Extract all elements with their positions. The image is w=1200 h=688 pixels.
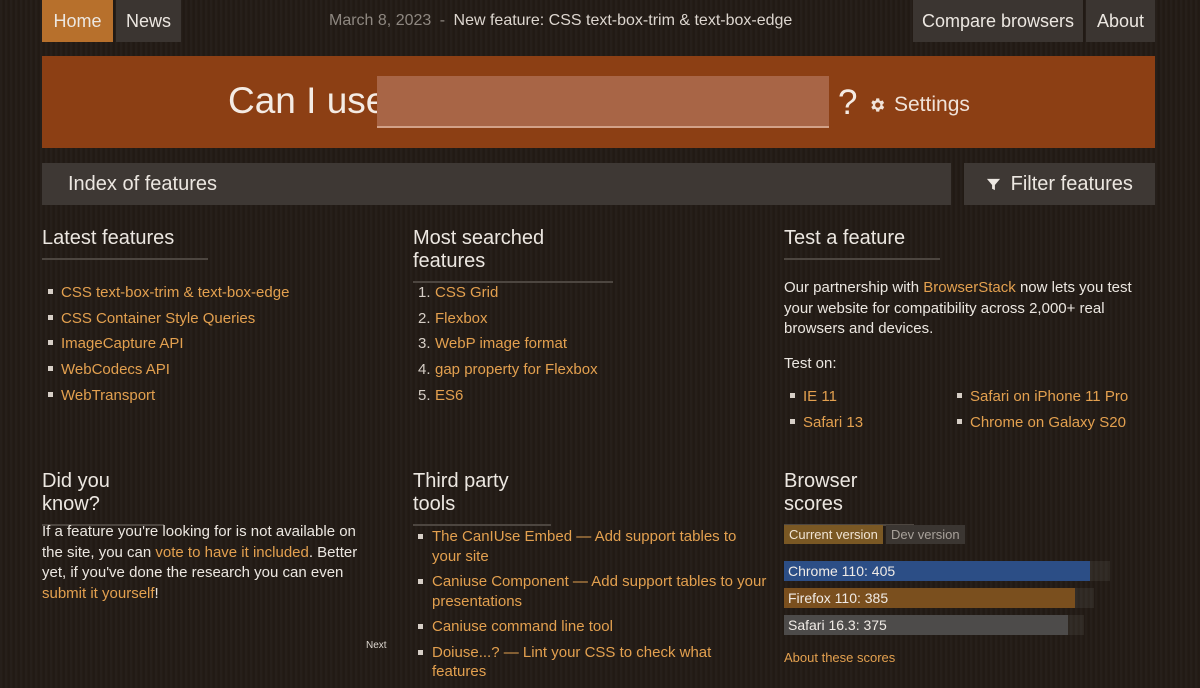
- submit-link[interactable]: submit it yourself: [42, 585, 155, 602]
- latest-feature-link[interactable]: ImageCapture API: [61, 335, 184, 352]
- test-feature-intro: Our partnership with BrowserStack now le…: [784, 278, 1134, 340]
- score-row: Firefox 110: 385: [784, 588, 1110, 608]
- browser-scores-heading: Browser scores: [784, 470, 914, 526]
- list-item[interactable]: 2. Flexbox: [418, 306, 598, 332]
- test-feature-heading: Test a feature: [784, 227, 940, 260]
- list-item[interactable]: 3. WebP image format: [418, 331, 598, 357]
- index-of-features-bar[interactable]: Index of features: [42, 163, 951, 205]
- most-searched-heading: Most searched features: [413, 227, 613, 283]
- index-of-features-label: Index of features: [68, 173, 217, 195]
- list-item[interactable]: ImageCapture API: [48, 331, 289, 357]
- nav-home[interactable]: Home: [42, 0, 113, 42]
- score-label: Chrome 110: 405: [788, 563, 896, 579]
- gear-icon: [871, 98, 885, 112]
- nav-compare-browsers[interactable]: Compare browsers: [913, 0, 1083, 42]
- announcement-link[interactable]: New feature: CSS text-box-trim & text-bo…: [454, 12, 793, 29]
- list-item[interactable]: Safari 13: [790, 410, 863, 436]
- next-tip-button[interactable]: Next: [366, 640, 387, 651]
- vote-link[interactable]: vote to have it included: [155, 544, 308, 561]
- latest-feature-link[interactable]: WebTransport: [61, 387, 155, 404]
- browserstack-link[interactable]: BrowserStack: [923, 279, 1016, 296]
- filter-features-button[interactable]: Filter features: [964, 163, 1155, 205]
- list-item[interactable]: CSS text-box-trim & text-box-edge: [48, 280, 289, 306]
- test-on-list-left: IE 11 Safari 13: [790, 384, 863, 435]
- latest-features-heading: Latest features: [42, 227, 208, 260]
- list-item[interactable]: 4. gap property for Flexbox: [418, 357, 598, 383]
- filter-icon: [987, 178, 1001, 191]
- test-browser-link[interactable]: Safari on iPhone 11 Pro: [970, 388, 1128, 405]
- test-on-list-right: Safari on iPhone 11 Pro Chrome on Galaxy…: [957, 384, 1128, 435]
- third-party-link[interactable]: The CanIUse Embed — Add support tables t…: [432, 528, 736, 565]
- search-band: Can I use ? Settings: [42, 56, 1155, 148]
- score-row: Safari 16.3: 375: [784, 615, 1110, 635]
- latest-feature-link[interactable]: CSS text-box-trim & text-box-edge: [61, 284, 289, 301]
- list-item[interactable]: Caniuse Component — Add support tables t…: [418, 572, 768, 611]
- list-item[interactable]: Caniuse command line tool: [418, 617, 768, 637]
- search-input[interactable]: [377, 76, 829, 128]
- list-item[interactable]: The CanIUse Embed — Add support tables t…: [418, 527, 768, 566]
- list-item[interactable]: WebCodecs API: [48, 357, 289, 383]
- list-number: 1.: [418, 284, 431, 301]
- list-item[interactable]: 1. CSS Grid: [418, 280, 598, 306]
- most-searched-link[interactable]: WebP image format: [435, 335, 567, 352]
- list-item[interactable]: IE 11: [790, 384, 863, 410]
- latest-features-list: CSS text-box-trim & text-box-edge CSS Co…: [48, 280, 289, 408]
- most-searched-list: 1. CSS Grid 2. Flexbox 3. WebP image format…: [418, 280, 598, 408]
- third-party-list: The CanIUse Embed — Add support tables t…: [418, 527, 768, 688]
- did-you-know-heading: Did you know?: [42, 470, 164, 526]
- nav-about[interactable]: About: [1086, 0, 1155, 42]
- dyk-text: !: [154, 584, 159, 602]
- third-party-link[interactable]: Caniuse Component — Add support tables t…: [432, 573, 766, 610]
- test-browser-link[interactable]: Chrome on Galaxy S20: [970, 414, 1126, 431]
- latest-feature-link[interactable]: WebCodecs API: [61, 361, 170, 378]
- announcement-date: March 8, 2023: [329, 12, 432, 29]
- third-party-link[interactable]: Doiuse...? — Lint your CSS to check what…: [432, 644, 711, 681]
- list-number: 2.: [418, 309, 431, 327]
- most-searched-link[interactable]: Flexbox: [435, 310, 488, 327]
- tab-dev-version[interactable]: Dev version: [886, 525, 965, 544]
- third-party-link[interactable]: Caniuse command line tool: [432, 618, 613, 635]
- did-you-know-text: If a feature you're looking for is not a…: [42, 522, 372, 604]
- list-item[interactable]: CSS Container Style Queries: [48, 306, 289, 332]
- score-label: Firefox 110: 385: [788, 590, 889, 606]
- test-browser-link[interactable]: IE 11: [803, 388, 837, 405]
- score-label: Safari 16.3: 375: [788, 617, 887, 633]
- score-row: Chrome 110: 405: [784, 561, 1110, 581]
- list-item[interactable]: WebTransport: [48, 383, 289, 409]
- settings-label: Settings: [894, 93, 970, 116]
- latest-feature-link[interactable]: CSS Container Style Queries: [61, 310, 255, 327]
- list-item[interactable]: Safari on iPhone 11 Pro: [957, 384, 1128, 410]
- announcement: March 8, 2023 - New feature: CSS text-bo…: [329, 0, 792, 42]
- list-number: 4.: [418, 361, 431, 379]
- most-searched-link[interactable]: ES6: [435, 387, 463, 404]
- test-on-label: Test on:: [784, 355, 837, 372]
- list-item[interactable]: 5. ES6: [418, 383, 598, 409]
- list-number: 5.: [418, 386, 431, 404]
- list-item[interactable]: Doiuse...? — Lint your CSS to check what…: [418, 643, 768, 682]
- search-prefix: Can I use: [228, 80, 387, 121]
- most-searched-link[interactable]: gap property for Flexbox: [435, 361, 598, 378]
- search-suffix: ?: [838, 83, 858, 122]
- filter-features-label: Filter features: [1010, 173, 1133, 195]
- settings-button[interactable]: Settings: [868, 93, 970, 117]
- announcement-separator: -: [439, 12, 446, 29]
- nav-news[interactable]: News: [116, 0, 181, 42]
- list-item[interactable]: Chrome on Galaxy S20: [957, 410, 1128, 436]
- list-number: 3.: [418, 335, 431, 353]
- intro-text: Our partnership with: [784, 279, 920, 296]
- third-party-heading: Third party tools: [413, 470, 551, 526]
- most-searched-link[interactable]: CSS Grid: [435, 284, 498, 301]
- test-browser-link[interactable]: Safari 13: [803, 414, 863, 431]
- about-scores-link[interactable]: About these scores: [784, 650, 895, 665]
- tab-current-version[interactable]: Current version: [784, 525, 883, 544]
